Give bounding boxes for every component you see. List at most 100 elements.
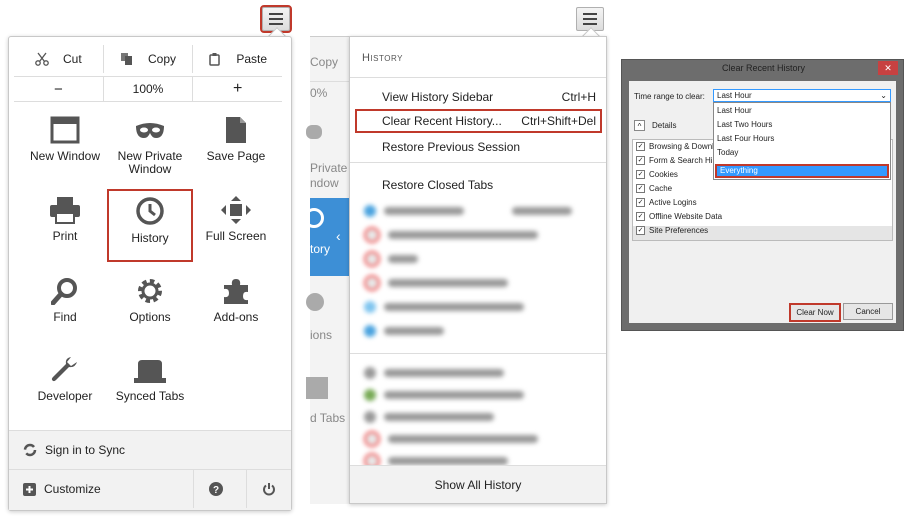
paste-label: Paste (236, 52, 268, 66)
copy-button[interactable]: Copy (102, 45, 193, 73)
developer-button[interactable]: Developer (22, 356, 108, 428)
option-last-hour[interactable]: Last Hour (714, 103, 890, 120)
power-icon (263, 483, 275, 496)
new-private-window-button[interactable]: New Private Window (107, 116, 193, 188)
quit-button[interactable] (246, 470, 291, 508)
window-icon (50, 116, 80, 144)
history-label-behind: tory (310, 242, 331, 256)
full-screen-button[interactable]: Full Screen (193, 196, 279, 268)
option-last-four-hours[interactable]: Last Four Hours (714, 134, 890, 148)
tabs-icon-behind (306, 377, 328, 399)
options-label: Options (129, 310, 171, 324)
synced-tabs-button[interactable]: Synced Tabs (107, 356, 193, 428)
option-today[interactable]: Today (714, 148, 890, 162)
edit-controls: Cut Copy Paste (14, 45, 282, 73)
zoom-in-button[interactable]: + (192, 77, 282, 101)
history-label: History (131, 231, 169, 245)
clear-recent-history-item[interactable]: Clear Recent History... Ctrl+Shift+Del (382, 110, 596, 132)
copy-label-behind: Copy (310, 55, 339, 69)
restore-previous-session-item[interactable]: Restore Previous Session (382, 136, 596, 158)
dialog-body: Time range to clear: Last Hour ⌄ Last Hou… (629, 81, 896, 323)
developer-label: Developer (37, 389, 93, 403)
clock-icon (136, 197, 164, 225)
clipboard-icon (209, 53, 221, 66)
print-label: Print (52, 229, 78, 243)
full-screen-label: Full Screen (205, 229, 267, 243)
puzzle-icon (224, 279, 248, 304)
chevron-down-icon: ⌄ (880, 91, 887, 100)
show-all-history-button[interactable]: Show All History (350, 465, 606, 503)
history-header: History (362, 52, 403, 64)
cancel-button[interactable]: Cancel (843, 303, 893, 320)
checkbox-icon: ✓ (636, 212, 645, 222)
history-entry[interactable] (364, 388, 524, 402)
main-menu-behind: Copy 0% Private ndow tory ‹ ions d Tabs (304, 36, 350, 504)
paste-button[interactable]: Paste (192, 45, 282, 73)
customize-label: Customize (44, 482, 101, 496)
options-button[interactable]: Options (107, 277, 193, 349)
clear-recent-history-label: Clear Recent History... (382, 114, 502, 128)
check-site-preferences[interactable]: ✓ Site Preferences (633, 226, 892, 240)
close-icon[interactable]: ✕ (878, 61, 898, 75)
clear-now-button[interactable]: Clear Now (789, 303, 841, 322)
details-toggle[interactable]: ^ (634, 120, 645, 131)
mask-icon (136, 123, 164, 138)
zoom-out-button[interactable]: − (14, 77, 103, 101)
options-label-behind: ions (310, 328, 333, 342)
restore-previous-session-label: Restore Previous Session (382, 140, 521, 154)
checkbox-icon: ✓ (636, 184, 645, 194)
closed-tab-item[interactable] (364, 204, 572, 218)
magnifier-icon (51, 278, 77, 305)
new-window-label: New Window (29, 149, 101, 163)
check-active-logins[interactable]: ✓ Active Logins (633, 198, 892, 212)
save-page-label: Save Page (206, 149, 266, 163)
copy-label: Copy (148, 52, 177, 66)
time-range-select[interactable]: Last Hour ⌄ (713, 89, 891, 102)
find-button[interactable]: Find (22, 277, 108, 349)
restore-closed-tabs-item[interactable]: Restore Closed Tabs (382, 174, 596, 196)
save-page-button[interactable]: Save Page (193, 116, 279, 188)
tabs-label-behind: d Tabs (310, 411, 346, 425)
help-button[interactable]: ? (193, 470, 238, 508)
closed-tab-item[interactable] (364, 275, 508, 291)
new-window-button[interactable]: New Window (22, 116, 108, 188)
zoom-label-behind: 0% (310, 81, 350, 100)
print-button[interactable]: Print (22, 196, 108, 268)
history-entry[interactable] (364, 431, 538, 447)
sign-in-sync-row[interactable]: Sign in to Sync (9, 431, 291, 470)
view-history-sidebar-item[interactable]: View History Sidebar Ctrl+H (382, 86, 596, 108)
check-cache-label: Cache (649, 184, 673, 193)
view-history-sidebar-label: View History Sidebar (382, 90, 494, 104)
option-last-two-hours[interactable]: Last Two Hours (714, 120, 890, 134)
dialog-title: Clear Recent History (721, 63, 806, 73)
mask-icon-behind (306, 125, 322, 139)
history-entry[interactable] (364, 410, 494, 424)
sync-icon (23, 443, 37, 457)
history-entry[interactable] (364, 366, 504, 380)
window-label-behind: ndow (310, 176, 339, 190)
history-panel: History View History Sidebar Ctrl+H Clear… (349, 36, 607, 504)
clock-icon-behind (304, 208, 324, 228)
cut-button[interactable]: Cut (14, 45, 103, 73)
printer-icon (50, 197, 80, 224)
customize-button[interactable]: Customize (23, 482, 185, 496)
check-offline-website-data[interactable]: ✓ Offline Website Data (633, 212, 892, 226)
closed-tab-item[interactable] (364, 251, 418, 267)
option-everything[interactable]: Everything (715, 164, 889, 178)
checkbox-icon: ✓ (636, 142, 645, 152)
time-range-label: Time range to clear: (634, 92, 705, 101)
closed-tab-item[interactable] (364, 324, 444, 338)
checkbox-icon: ✓ (636, 198, 645, 208)
chevron-left-icon: ‹ (336, 228, 341, 244)
add-ons-button[interactable]: Add-ons (193, 277, 279, 349)
sign-in-sync-label: Sign in to Sync (45, 443, 126, 457)
closed-tab-item[interactable] (364, 227, 538, 243)
cut-label: Cut (62, 52, 82, 66)
history-button[interactable]: History (107, 189, 193, 262)
checkbox-icon: ✓ (636, 226, 645, 236)
find-label: Find (53, 310, 77, 324)
check-cache[interactable]: ✓ Cache (633, 184, 892, 198)
zoom-reset-button[interactable]: 100% (102, 77, 193, 101)
zoom-controls: − 100% + (14, 76, 282, 102)
closed-tab-item[interactable] (364, 300, 524, 314)
